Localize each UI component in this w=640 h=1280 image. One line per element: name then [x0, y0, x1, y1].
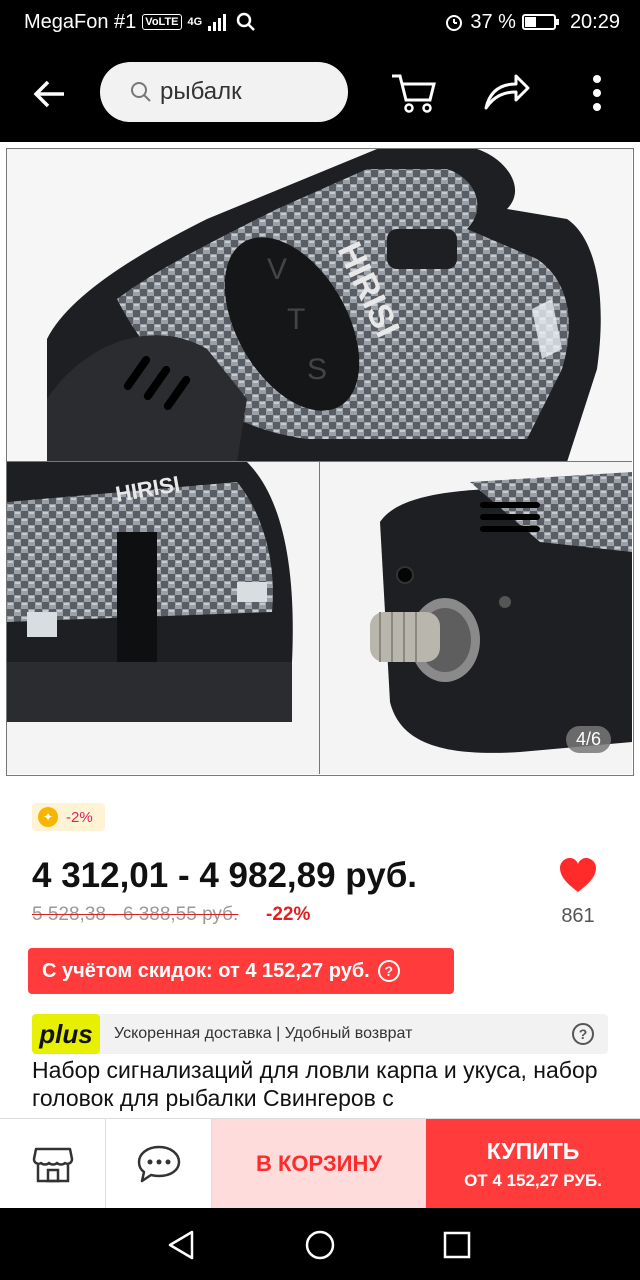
plus-badge: plus	[32, 1014, 100, 1054]
search-text: рыбалк	[160, 78, 242, 105]
plus-delivery-bar[interactable]: plus Ускоренная доставка | Удобный возвр…	[32, 1014, 608, 1054]
search-status-icon	[236, 12, 256, 31]
cart-icon[interactable]	[390, 70, 440, 116]
promo-badge-label: -2%	[66, 808, 93, 826]
clock: 20:29	[569, 10, 620, 33]
status-bar: MegaFon #1 VoLTE 4G 37 % 20:29	[0, 0, 640, 44]
top-bar: рыбалк	[0, 44, 640, 142]
discount-banner[interactable]: С учётом скидок: от 4 152,27 руб. ?	[28, 948, 454, 994]
help-icon[interactable]: ?	[377, 960, 400, 982]
discount-percent: -22%	[266, 904, 311, 925]
back-arrow-icon[interactable]	[30, 74, 70, 114]
more-icon[interactable]	[572, 70, 622, 116]
button-s-label: S	[307, 353, 327, 386]
store-icon	[32, 1147, 73, 1183]
add-to-cart-button[interactable]: В КОРЗИНУ	[212, 1119, 426, 1209]
likes-count: 861	[561, 905, 595, 927]
buy-button[interactable]: КУПИТЬ ОТ 4 152,27 РУБ.	[426, 1119, 640, 1209]
product-image-gallery[interactable]: V T S HIRISI HIRISI 4/6	[6, 148, 634, 776]
discount-banner-text: С учётом скидок: от 4 152,27 руб.	[42, 959, 370, 982]
carrier-label: MegaFon #1	[24, 10, 137, 33]
plus-delivery-text: Ускоренная доставка | Удобный возврат	[114, 1025, 413, 1042]
share-icon[interactable]	[482, 70, 532, 116]
search-input[interactable]: рыбалк	[100, 62, 348, 122]
alarm-icon	[446, 15, 463, 31]
button-v-label: V	[267, 253, 287, 286]
gallery-counter: 4/6	[565, 726, 611, 753]
buy-price: ОТ 4 152,27 РУБ.	[464, 1170, 602, 1190]
action-bar: В КОРЗИНУ КУПИТЬ ОТ 4 152,27 РУБ.	[0, 1118, 640, 1209]
nav-back-icon[interactable]	[166, 1228, 200, 1262]
nav-recents-icon[interactable]	[440, 1228, 474, 1262]
battery-percent: 37 %	[470, 10, 516, 33]
chat-icon	[137, 1145, 180, 1183]
search-icon	[131, 82, 151, 102]
price-range: 4 312,01 - 4 982,89 руб.	[32, 856, 418, 895]
chat-button[interactable]	[106, 1119, 212, 1209]
nav-home-icon[interactable]	[303, 1228, 337, 1262]
coin-icon: ✦	[38, 807, 58, 827]
store-button[interactable]	[0, 1119, 106, 1209]
favorite-heart-icon[interactable]	[558, 856, 598, 896]
old-price-range: 5 528,38 - 6 388,55 руб.	[32, 904, 239, 925]
volte-badge: VoLTE	[142, 14, 182, 30]
product-image-side: HIRISI	[7, 462, 320, 774]
system-nav-bar	[0, 1208, 640, 1280]
battery-icon	[521, 14, 559, 30]
product-image-main: V T S HIRISI	[7, 149, 632, 462]
signal-icon	[208, 14, 227, 31]
network-label: 4G	[187, 16, 203, 28]
button-t-label: T	[287, 303, 305, 336]
promo-badge: ✦ -2%	[32, 803, 105, 831]
buy-label: КУПИТЬ	[486, 1137, 580, 1164]
product-title: Набор сигнализаций для ловли карпа и уку…	[32, 1057, 598, 1111]
plus-help-icon[interactable]: ?	[572, 1023, 594, 1045]
